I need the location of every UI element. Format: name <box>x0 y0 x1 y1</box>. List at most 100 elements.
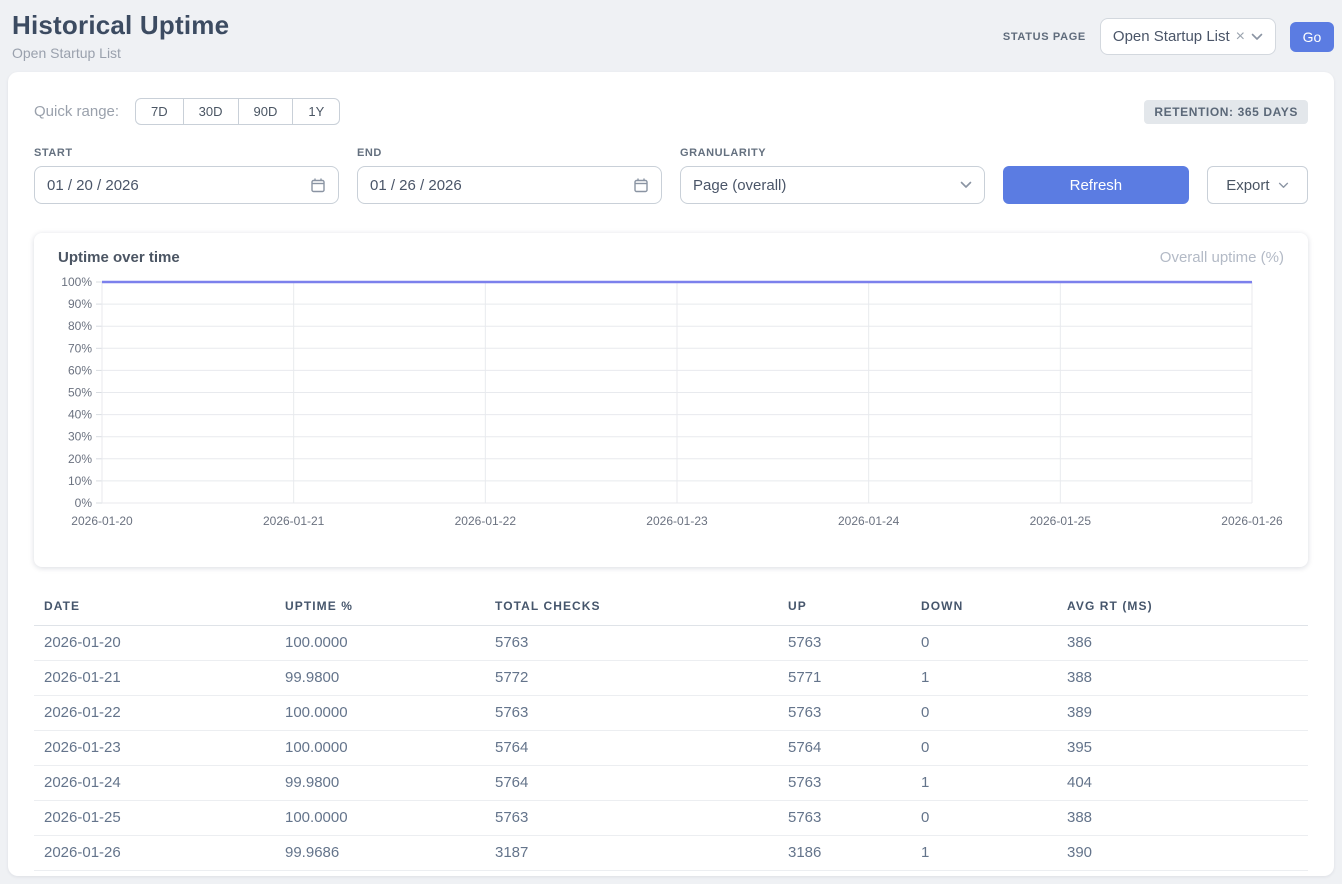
cell-total-checks: 5764 <box>487 731 780 766</box>
svg-text:20%: 20% <box>68 452 92 466</box>
cell-total-checks: 5764 <box>487 766 780 801</box>
cell-down: 1 <box>913 766 1059 801</box>
cell-uptime: 100.0000 <box>277 696 487 731</box>
chart-header: Uptime over time Overall uptime (%) <box>58 249 1284 266</box>
col-total-checks: TOTAL CHECKS <box>487 591 780 626</box>
chart-legend: Overall uptime (%) <box>1160 249 1284 266</box>
page-subtitle: Open Startup List <box>12 45 229 61</box>
cell-date: 2026-01-25 <box>34 801 277 836</box>
table-row: 2026-01-23 100.0000 5764 5764 0 395 <box>34 731 1308 766</box>
cell-date: 2026-01-23 <box>34 731 277 766</box>
cell-avg-rt: 388 <box>1059 801 1308 836</box>
cell-avg-rt: 389 <box>1059 696 1308 731</box>
svg-text:2026-01-21: 2026-01-21 <box>263 514 325 528</box>
cell-down: 0 <box>913 731 1059 766</box>
cell-date: 2026-01-24 <box>34 766 277 801</box>
cell-total-checks: 5772 <box>487 661 780 696</box>
uptime-chart: 0%10%20%30%40%50%60%70%80%90%100%2026-01… <box>58 272 1284 534</box>
filter-fields-row: START 01 / 20 / 2026 END 01 / 26 / 2026 … <box>34 147 1308 204</box>
svg-text:50%: 50% <box>68 386 92 400</box>
calendar-icon[interactable] <box>310 177 326 193</box>
start-date-field: START 01 / 20 / 2026 <box>34 147 339 204</box>
cell-avg-rt: 395 <box>1059 731 1308 766</box>
quick-range-group: 7D 30D 90D 1Y <box>135 98 340 125</box>
cell-up: 5763 <box>780 626 913 661</box>
table-row: 2026-01-26 99.9686 3187 3186 1 390 <box>34 836 1308 871</box>
svg-text:60%: 60% <box>68 363 92 377</box>
range-90d-button[interactable]: 90D <box>238 98 294 125</box>
end-date-input[interactable]: 01 / 26 / 2026 <box>357 166 662 204</box>
svg-text:100%: 100% <box>61 275 92 289</box>
retention-badge: RETENTION: 365 DAYS <box>1144 100 1308 124</box>
table-row: 2026-01-25 100.0000 5763 5763 0 388 <box>34 801 1308 836</box>
refresh-button[interactable]: Refresh <box>1003 166 1189 204</box>
table-row: 2026-01-24 99.9800 5764 5763 1 404 <box>34 766 1308 801</box>
cell-total-checks: 3187 <box>487 836 780 871</box>
svg-text:80%: 80% <box>68 319 92 333</box>
chevron-down-icon <box>960 181 972 189</box>
export-label: Export <box>1226 177 1269 194</box>
cell-down: 1 <box>913 661 1059 696</box>
svg-text:0%: 0% <box>75 496 93 510</box>
svg-text:2026-01-22: 2026-01-22 <box>455 514 517 528</box>
start-date-input[interactable]: 01 / 20 / 2026 <box>34 166 339 204</box>
svg-text:2026-01-24: 2026-01-24 <box>838 514 900 528</box>
granularity-value: Page (overall) <box>693 177 960 194</box>
svg-text:40%: 40% <box>68 408 92 422</box>
export-button[interactable]: Export <box>1207 166 1308 204</box>
quick-range-row: Quick range: 7D 30D 90D 1Y RETENTION: 36… <box>34 98 1308 125</box>
cell-avg-rt: 390 <box>1059 836 1308 871</box>
status-page-value: Open Startup List <box>1113 28 1230 45</box>
range-30d-button[interactable]: 30D <box>183 98 239 125</box>
status-page-label: STATUS PAGE <box>1003 31 1086 43</box>
col-uptime: UPTIME % <box>277 591 487 626</box>
clear-selection-icon[interactable]: × <box>1236 29 1245 45</box>
svg-text:10%: 10% <box>68 474 92 488</box>
start-label: START <box>34 147 339 159</box>
status-page-select[interactable]: Open Startup List × <box>1100 18 1276 55</box>
cell-date: 2026-01-22 <box>34 696 277 731</box>
cell-uptime: 100.0000 <box>277 626 487 661</box>
svg-text:30%: 30% <box>68 430 92 444</box>
granularity-label: GRANULARITY <box>680 147 985 159</box>
cell-up: 5763 <box>780 766 913 801</box>
start-date-value: 01 / 20 / 2026 <box>47 177 310 194</box>
cell-up: 3186 <box>780 836 913 871</box>
header-controls: STATUS PAGE Open Startup List × Go <box>1003 10 1334 55</box>
uptime-table-body: 2026-01-20 100.0000 5763 5763 0 386 2026… <box>34 626 1308 871</box>
table-row: 2026-01-22 100.0000 5763 5763 0 389 <box>34 696 1308 731</box>
svg-text:2026-01-20: 2026-01-20 <box>71 514 133 528</box>
calendar-icon[interactable] <box>633 177 649 193</box>
cell-total-checks: 5763 <box>487 626 780 661</box>
svg-text:90%: 90% <box>68 297 92 311</box>
cell-uptime: 99.9800 <box>277 661 487 696</box>
cell-avg-rt: 404 <box>1059 766 1308 801</box>
cell-down: 0 <box>913 801 1059 836</box>
title-block: Historical Uptime Open Startup List <box>12 10 229 61</box>
table-row: 2026-01-20 100.0000 5763 5763 0 386 <box>34 626 1308 661</box>
page-title: Historical Uptime <box>12 10 229 41</box>
col-up: UP <box>780 591 913 626</box>
cell-uptime: 99.9800 <box>277 766 487 801</box>
go-button[interactable]: Go <box>1290 22 1334 52</box>
cell-uptime: 100.0000 <box>277 731 487 766</box>
range-7d-button[interactable]: 7D <box>135 98 184 125</box>
cell-avg-rt: 386 <box>1059 626 1308 661</box>
table-header: DATE UPTIME % TOTAL CHECKS UP DOWN AVG R… <box>34 591 1308 626</box>
cell-up: 5763 <box>780 696 913 731</box>
table-row: 2026-01-21 99.9800 5772 5771 1 388 <box>34 661 1308 696</box>
cell-avg-rt: 388 <box>1059 661 1308 696</box>
granularity-select[interactable]: Page (overall) <box>680 166 985 204</box>
cell-total-checks: 5763 <box>487 801 780 836</box>
col-avg-rt: AVG RT (MS) <box>1059 591 1308 626</box>
range-1y-button[interactable]: 1Y <box>292 98 340 125</box>
svg-text:2026-01-26: 2026-01-26 <box>1221 514 1283 528</box>
cell-down: 0 <box>913 626 1059 661</box>
chart-title: Uptime over time <box>58 249 180 266</box>
cell-date: 2026-01-21 <box>34 661 277 696</box>
cell-down: 1 <box>913 836 1059 871</box>
cell-uptime: 100.0000 <box>277 801 487 836</box>
cell-date: 2026-01-26 <box>34 836 277 871</box>
cell-total-checks: 5763 <box>487 696 780 731</box>
cell-date: 2026-01-20 <box>34 626 277 661</box>
